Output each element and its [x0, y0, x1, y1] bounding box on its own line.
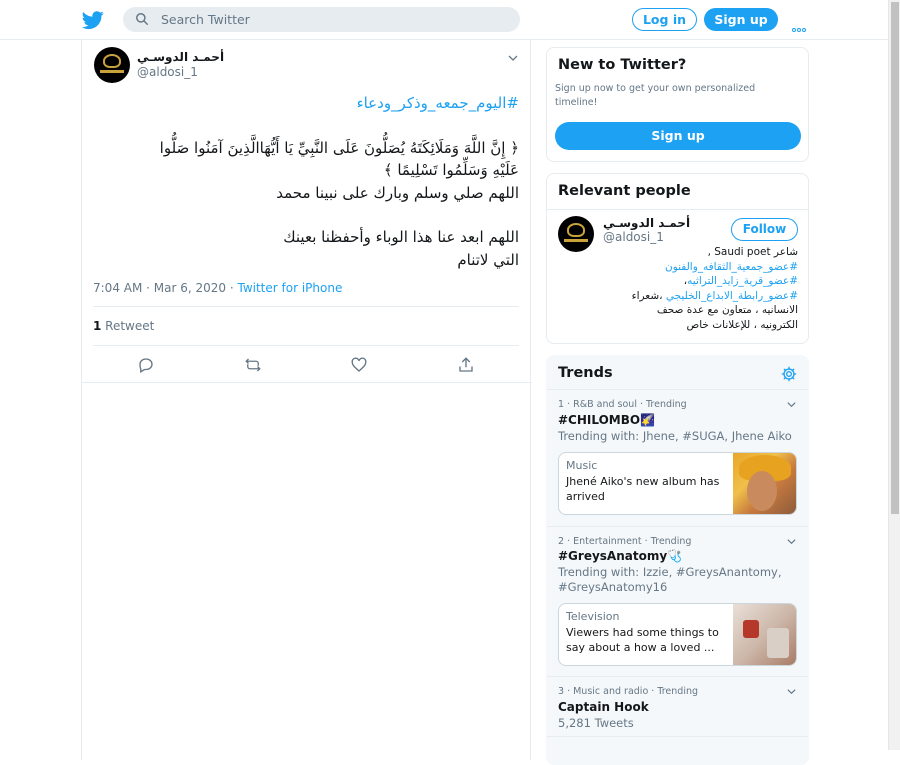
divider: [93, 345, 519, 346]
media-category: Television: [566, 610, 620, 623]
person-bio: شاعر Saudi poet , #عضو_جمعية_الثقافه_وال…: [587, 245, 798, 332]
tweet-text-line: ﴿ إِنَّ اللَّهَ وَمَلَائِكَتَهُ يُصَلُّو…: [159, 138, 519, 157]
card-title: Relevant people: [558, 183, 691, 199]
bio-hashtag-link[interactable]: #عضو_رابطة_الابداع_الخليجي: [666, 290, 798, 302]
trend-name[interactable]: #GreysAnatomy🩺: [558, 549, 682, 563]
scrollbar[interactable]: [888, 0, 900, 750]
card-title: Trends: [558, 365, 613, 381]
tweet-time[interactable]: 7:04 AM · Mar 6, 2020 ·: [93, 281, 237, 295]
tweet-actions: [82, 356, 532, 374]
author-name[interactable]: أحمـد الدوسـي: [137, 50, 224, 64]
bio-hashtag-link[interactable]: #عضو_جمعية_الثقافه_والفنون: [587, 260, 798, 275]
tweet-timestamp: 7:04 AM · Mar 6, 2020 · Twitter for iPho…: [93, 281, 342, 295]
trend-name[interactable]: #CHILOMBO🌠: [558, 413, 655, 427]
sidebar-signup-button[interactable]: Sign up: [555, 122, 801, 150]
trends-card: Trends 1 · R&B and soul · Trending #CHIL…: [546, 355, 809, 765]
trend-name[interactable]: Captain Hook: [558, 700, 649, 714]
media-thumbnail: [733, 604, 796, 665]
hashtag-link[interactable]: #اليوم_جمعه_وذكر_ودعاء: [94, 92, 519, 115]
bio-text: ،شعراء: [631, 289, 666, 302]
avatar[interactable]: [94, 47, 130, 83]
bio-hashtag-link[interactable]: #عضو_قرية_زايد_التراثيه: [687, 275, 798, 287]
media-headline: Jhené Aiko's new album has arrived: [566, 475, 720, 503]
trend-meta: 1 · R&B and soul · Trending: [558, 399, 687, 410]
trend-meta: 3 · Music and radio · Trending: [558, 686, 699, 697]
login-button[interactable]: Log in: [632, 8, 697, 31]
tweet-text-line: اللهم ابعد عنا هذا الوباء وأحفظنا بعينك: [283, 228, 519, 246]
person-name[interactable]: أحمـد الدوسـي: [603, 216, 690, 230]
retweet-stats[interactable]: 1 Retweet: [93, 319, 154, 333]
share-icon[interactable]: [457, 356, 475, 374]
bio-line: الانسانيه ، متعاون مع عدة صحف: [656, 304, 798, 316]
tweet-text-line: التي لاتنام: [457, 250, 519, 269]
like-icon[interactable]: [350, 356, 368, 374]
trend-meta: 2 · Entertainment · Trending: [558, 536, 692, 547]
card-title: New to Twitter?: [558, 57, 687, 73]
trend-media-card[interactable]: Music Jhené Aiko's new album has arrived: [558, 452, 797, 515]
trend-item[interactable]: 2 · Entertainment · Trending #GreysAnato…: [547, 526, 808, 675]
bio-line: شاعر Saudi poet ,: [707, 246, 798, 258]
tweet-detail: أحمـد الدوسـي @aldosi_1 #اليوم_جمعه_وذكر…: [81, 40, 532, 760]
follow-button[interactable]: Follow: [731, 218, 798, 241]
bio-line: الكترونيه ، للإعلانات خاص: [686, 318, 798, 331]
relevant-people-card: Relevant people أحمـد الدوسـي @aldosi_1 …: [546, 173, 809, 344]
tweet-source-link[interactable]: Twitter for iPhone: [237, 281, 342, 295]
author-handle[interactable]: @aldosi_1: [137, 65, 198, 79]
tweet-text-line: عَلَيْهِ وَسَلِّمُوا تَسْلِيمًا ﴾: [383, 161, 519, 179]
divider: [93, 306, 519, 307]
signup-button[interactable]: Sign up: [704, 8, 778, 31]
trend-item[interactable]: 3 · Music and radio · Trending Captain H…: [547, 676, 808, 736]
twitter-bird-icon[interactable]: [82, 9, 104, 31]
person-handle[interactable]: @aldosi_1: [603, 230, 664, 244]
gear-icon[interactable]: [781, 366, 797, 382]
divider: [547, 209, 808, 210]
media-headline: Viewers had some things to say about a h…: [566, 626, 719, 654]
divider: [82, 382, 532, 383]
trend-context: Trending with: Jhene, #SUGA, Jhene Aiko: [558, 429, 792, 443]
retweet-label: Retweet: [101, 319, 155, 333]
retweet-icon[interactable]: [244, 356, 262, 374]
media-category: Music: [566, 459, 598, 472]
trend-item[interactable]: 1 · R&B and soul · Trending #CHILOMBO🌠 T…: [547, 389, 808, 525]
reply-icon[interactable]: [137, 356, 155, 374]
chevron-down-icon[interactable]: [786, 686, 797, 697]
search-icon: [136, 13, 148, 25]
signup-description: Sign up now to get your own personalized…: [555, 83, 756, 108]
chevron-down-icon[interactable]: [786, 399, 797, 410]
top-navigation-bar: Log in Sign up: [0, 0, 888, 40]
more-options-icon[interactable]: [792, 17, 807, 36]
tweet-text-line: اللهم صلي وسلم وبارك على نبينا محمد: [276, 183, 519, 202]
trend-tweet-count: 5,281 Tweets: [558, 716, 634, 730]
media-thumbnail: [733, 453, 796, 514]
search-input[interactable]: [161, 10, 501, 29]
tweet-text: #اليوم_جمعه_وذكر_ودعاء ﴿ إِنَّ اللَّهَ و…: [94, 92, 519, 271]
trend-context: Trending with: Izzie, #GreysAnantomy, #G…: [558, 565, 782, 594]
trend-item[interactable]: [547, 736, 808, 764]
new-to-twitter-card: New to Twitter? Sign up now to get your …: [546, 47, 809, 162]
trend-media-card[interactable]: Television Viewers had some things to sa…: [558, 603, 797, 666]
chevron-down-icon[interactable]: [507, 52, 519, 64]
search-bar[interactable]: [123, 7, 520, 32]
scrollbar-thumb[interactable]: [891, 2, 899, 514]
chevron-down-icon[interactable]: [786, 536, 797, 547]
